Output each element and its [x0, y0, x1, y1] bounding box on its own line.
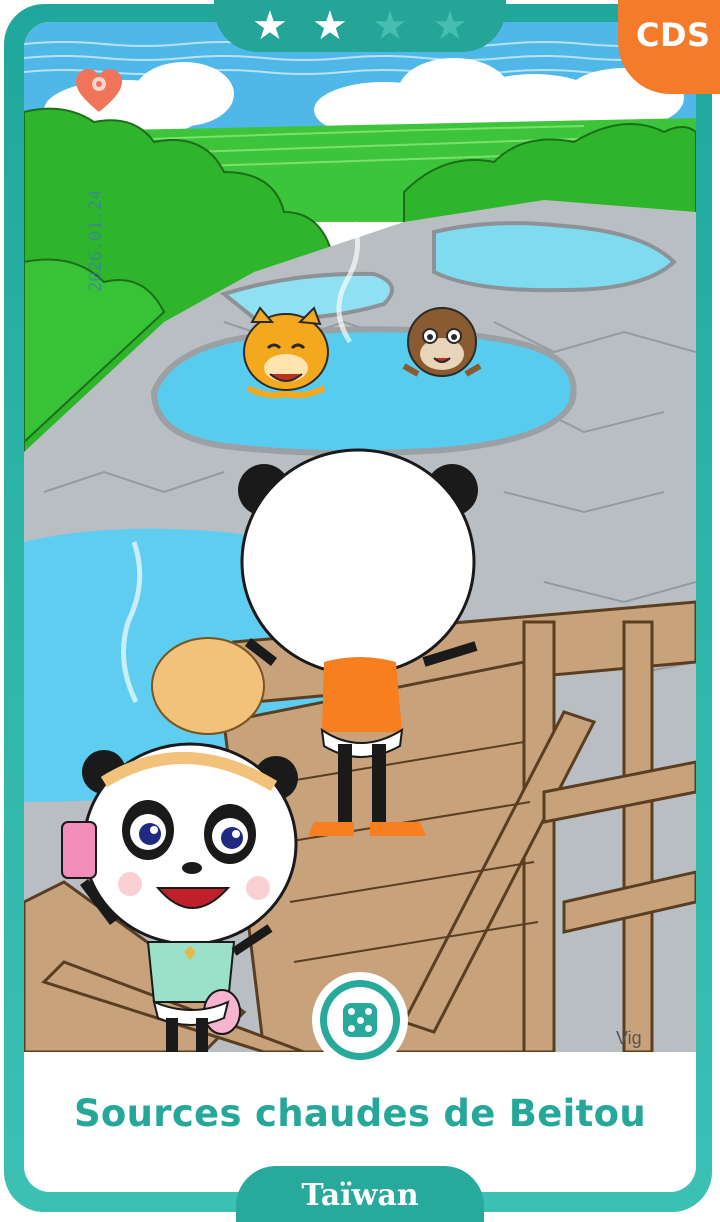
star-icon: ★ [312, 3, 348, 49]
dice-icon [343, 1003, 377, 1037]
country-label: Taïwan [301, 1178, 419, 1213]
star-icon: ★ [432, 3, 468, 49]
star-icon: ★ [252, 3, 288, 49]
artist-signature: Vig [616, 1028, 642, 1048]
heart-location-icon[interactable] [74, 68, 124, 114]
rating-stars: ★ ★ ★ ★ [214, 0, 506, 52]
dice-button[interactable] [312, 972, 408, 1068]
badge-label: CDS [636, 16, 711, 54]
country-tab: Taïwan [236, 1166, 484, 1222]
star-icon: ★ [372, 3, 408, 49]
card-title: Sources chaudes de Beitou [73, 1092, 647, 1135]
date-stamp: 2026.01.24 [86, 189, 106, 292]
illustration-hot-springs [24, 22, 696, 1052]
